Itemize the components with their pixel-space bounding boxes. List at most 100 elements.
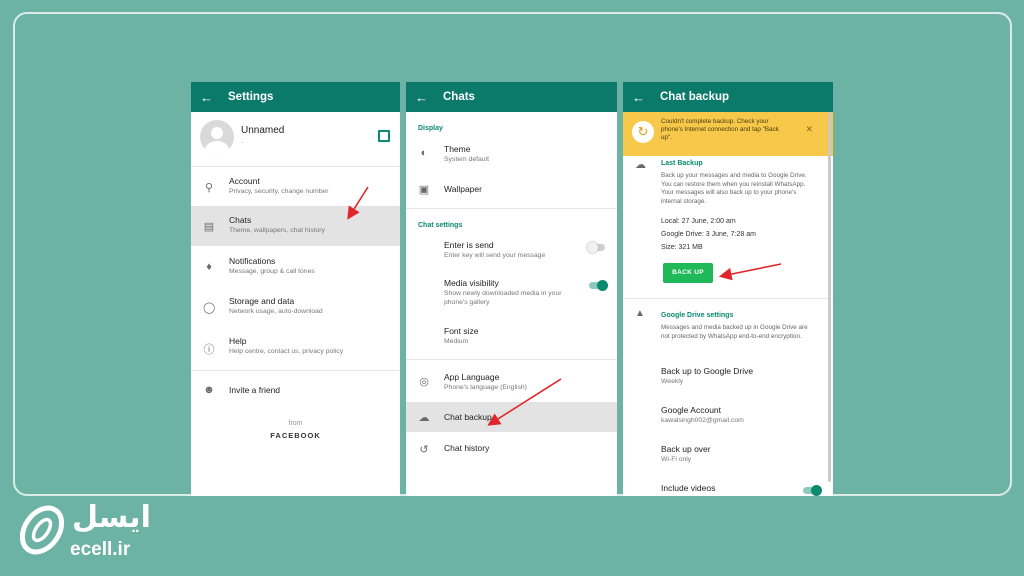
item-label: Enter is send xyxy=(444,240,494,250)
media-visibility-row[interactable]: Media visibility Show newly downloaded me… xyxy=(406,274,617,314)
backup-over-row[interactable]: Back up over Wi-Fi only xyxy=(623,442,833,470)
bell-icon: ♦ xyxy=(206,261,212,273)
item-label: Chat history xyxy=(444,443,490,453)
item-sub: Enter key will send your message xyxy=(444,252,546,259)
item-sub: Show newly downloaded media in your phon… xyxy=(444,290,562,306)
item-label: Media visibility xyxy=(444,278,499,288)
divider xyxy=(406,359,617,360)
item-label: Wallpaper xyxy=(444,184,482,194)
chat-history-row[interactable]: ↺ Chat history xyxy=(406,436,617,462)
avatar xyxy=(200,120,234,154)
google-account-row[interactable]: Google Account kawalsingh002@gmail.com xyxy=(623,403,833,431)
qr-code-icon[interactable] xyxy=(378,130,390,142)
help-icon: ⓘ xyxy=(203,344,215,356)
item-sub: Network usage, auto-download xyxy=(229,308,323,315)
chat-icon: ▤ xyxy=(203,221,215,233)
facebook-label: FACEBOOK xyxy=(270,431,321,440)
divider xyxy=(623,298,833,299)
last-backup-section-label: Last Backup xyxy=(661,160,703,167)
item-sub: Weekly xyxy=(661,378,684,385)
enter-is-send-toggle[interactable] xyxy=(587,242,605,253)
back-arrow-icon[interactable]: ← xyxy=(200,90,228,105)
item-sub: Phone's language (English) xyxy=(444,384,527,391)
divider xyxy=(191,370,400,371)
item-label: Back up to Google Drive xyxy=(661,366,754,376)
local-backup-value: Local: 27 June, 2:00 am xyxy=(661,218,736,225)
theme-icon: ◐ xyxy=(420,147,428,159)
google-drive-desc: Messages and media backed up in Google D… xyxy=(661,324,808,340)
invite-friend-row[interactable]: ☻ Invite a friend xyxy=(191,374,400,404)
item-label: Help xyxy=(229,336,247,346)
item-label: Chat backup xyxy=(444,412,492,422)
page-title: Settings xyxy=(228,91,274,103)
page-title: Chat backup xyxy=(660,91,730,103)
back-arrow-icon[interactable]: ← xyxy=(632,90,660,105)
item-sub: Help centre, contact us, privacy policy xyxy=(229,348,344,355)
close-icon[interactable]: ✕ xyxy=(805,124,813,135)
storage-icon: ◯ xyxy=(203,302,216,314)
settings-item-chats[interactable]: ▤ Chats Theme, wallpapers, chat history xyxy=(191,206,400,246)
enter-is-send-row[interactable]: Enter is send Enter key will send your me… xyxy=(406,236,617,266)
backup-size-value: Size: 321 MB xyxy=(661,244,703,251)
cloud-upload-icon: ☁ xyxy=(635,159,646,171)
theme-row[interactable]: ◐ Theme System default xyxy=(406,138,617,170)
profile-name: Unnamed xyxy=(241,125,285,136)
history-icon: ↺ xyxy=(419,444,429,456)
settings-item-storage[interactable]: ◯ Storage and data Network usage, auto-do… xyxy=(191,288,400,326)
settings-screen: ← Settings Unnamed . ⚲ Account Privacy, s… xyxy=(191,82,400,496)
settings-item-notifications[interactable]: ♦ Notifications Message, group & call ton… xyxy=(191,248,400,286)
settings-appbar: ← Settings xyxy=(191,82,400,112)
chat-backup-appbar: ← Chat backup xyxy=(623,82,833,112)
key-icon: ⚲ xyxy=(204,182,214,194)
scrollbar[interactable] xyxy=(828,112,831,482)
back-up-button[interactable]: BACK UP xyxy=(663,263,713,283)
divider xyxy=(191,166,400,167)
item-label: Include videos xyxy=(661,483,716,493)
item-label: Font size xyxy=(444,326,479,336)
item-label: Storage and data xyxy=(229,296,295,306)
chats-screen: ← Chats Display ◐ Theme System default ▣ … xyxy=(406,82,617,496)
globe-icon: ◎ xyxy=(419,376,429,388)
chat-backup-screen: ← Chat backup ↻ Couldn't complete backup… xyxy=(623,82,833,496)
last-backup-desc: Back up your messages and media to Googl… xyxy=(661,172,807,205)
chat-settings-section-label: Chat settings xyxy=(418,222,463,229)
include-videos-row[interactable]: Include videos xyxy=(623,481,833,496)
item-sub: Privacy, security, change number xyxy=(229,188,329,195)
brand-name-fa: ایسل xyxy=(72,500,151,535)
wallpaper-icon: ▣ xyxy=(418,184,430,196)
display-section-label: Display xyxy=(418,125,443,132)
profile-row[interactable]: Unnamed . xyxy=(191,116,400,162)
include-videos-toggle[interactable] xyxy=(803,485,822,496)
item-sub: Wi-Fi only xyxy=(661,456,692,463)
google-drive-backup-value: Google Drive: 3 June, 7:28 am xyxy=(661,231,756,238)
item-sub: Medium xyxy=(444,338,469,345)
google-drive-icon: ▲ xyxy=(635,308,645,319)
item-label: App Language xyxy=(444,372,500,382)
divider xyxy=(406,208,617,209)
chat-backup-row[interactable]: ☁ Chat backup xyxy=(406,402,617,432)
ecell-logo: ایسل ecell.ir xyxy=(8,496,188,570)
invite-label: Invite a friend xyxy=(229,385,281,395)
item-label: Back up over xyxy=(661,444,711,454)
item-label: Chats xyxy=(229,215,252,225)
banner-text: Couldn't complete backup. Check your pho… xyxy=(661,118,779,141)
brand-domain: ecell.ir xyxy=(70,539,131,560)
backup-to-drive-row[interactable]: Back up to Google Drive Weekly xyxy=(623,364,833,392)
back-arrow-icon[interactable]: ← xyxy=(415,90,443,105)
history-warning-icon: ↻ xyxy=(632,121,654,143)
from-label: from xyxy=(288,420,303,427)
wallpaper-row[interactable]: ▣ Wallpaper xyxy=(406,176,617,202)
settings-item-account[interactable]: ⚲ Account Privacy, security, change numbe… xyxy=(191,168,400,206)
item-sub: Message, group & call tones xyxy=(229,268,315,275)
media-visibility-toggle[interactable] xyxy=(589,280,608,291)
item-label: Theme xyxy=(444,144,471,154)
app-language-row[interactable]: ◎ App Language Phone's language (English) xyxy=(406,368,617,398)
item-label: Notifications xyxy=(229,256,276,266)
item-sub: kawalsingh002@gmail.com xyxy=(661,417,744,424)
font-size-row[interactable]: Font size Medium xyxy=(406,322,617,352)
backup-error-banner: ↻ Couldn't complete backup. Check your p… xyxy=(623,112,833,156)
profile-status: . xyxy=(241,136,244,145)
item-sub: System default xyxy=(444,156,489,163)
chats-appbar: ← Chats xyxy=(406,82,617,112)
settings-item-help[interactable]: ⓘ Help Help centre, contact us, privacy p… xyxy=(191,328,400,366)
